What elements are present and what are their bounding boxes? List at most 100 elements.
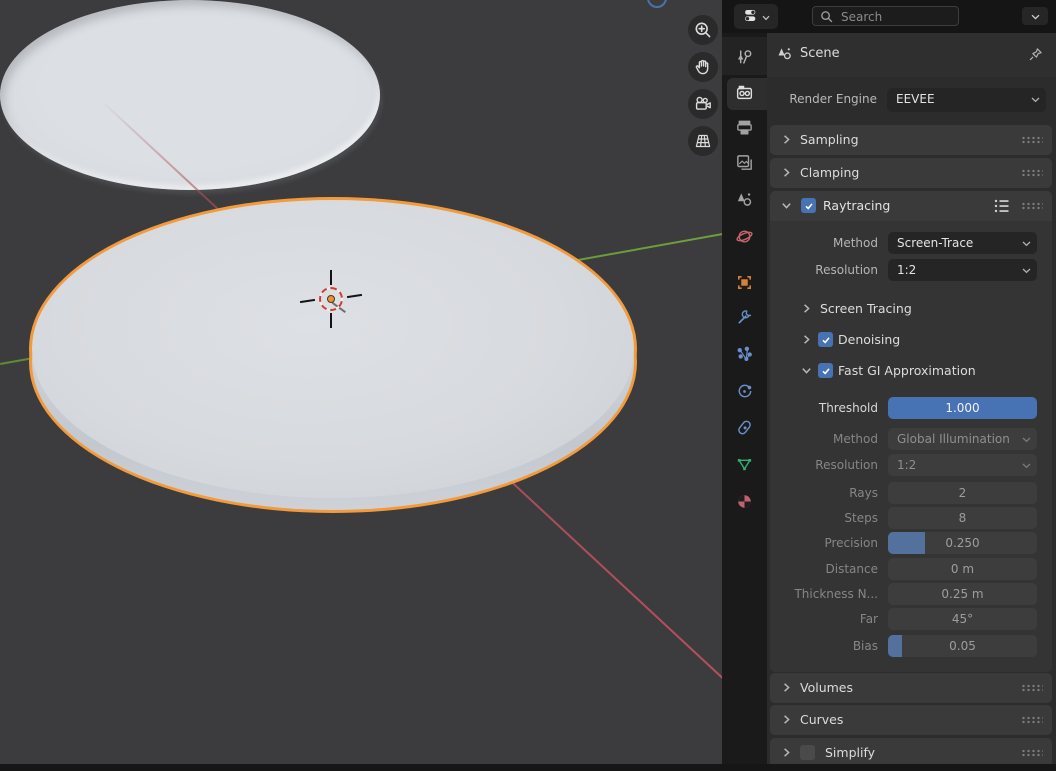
editor-menu-button[interactable] [1022,7,1048,25]
panel-drag-grip[interactable] [1021,749,1043,757]
constraints-icon [735,418,754,440]
chevron-down-icon [1031,9,1040,23]
raytracing-checkbox[interactable] [801,198,816,213]
method-value: Screen-Trace [897,236,973,250]
scene-icon [735,190,754,212]
panel-sampling[interactable]: Sampling [770,125,1052,155]
gi-resolution-row: Resolution 1:2 [770,454,1052,476]
3d-viewport[interactable] [0,0,722,764]
chevron-right-icon [801,303,812,314]
thickness-field: 0.25 m [888,583,1037,605]
camera-view-button[interactable] [688,89,718,119]
pan-hand-icon [693,57,713,77]
bias-slider: 0.05 [888,635,1037,657]
object-origin [327,295,335,303]
panel-raytracing: Raytracing Method Screen-Trace [770,191,1052,672]
chevron-down-icon [801,365,812,376]
tab-world[interactable] [734,227,755,248]
panel-title: Sampling [800,132,859,147]
steps-row: Steps 8 [770,507,1052,529]
panel-title: Clamping [800,165,859,180]
properties-editor-icon [743,7,760,27]
panel-drag-grip[interactable] [1021,684,1043,692]
tab-render[interactable] [734,83,755,104]
material-icon [735,492,754,514]
particles-icon [735,345,754,367]
panel-clamping[interactable]: Clamping [770,158,1052,188]
tab-object-data[interactable] [734,455,755,476]
bias-row: Bias 0.05 [770,635,1052,657]
world-icon [735,227,754,249]
far-label: Far [770,612,878,626]
panel-raytracing-header[interactable]: Raytracing [770,191,1052,221]
tab-object[interactable] [734,273,755,294]
method-dropdown[interactable]: Screen-Trace [888,232,1037,254]
tab-output[interactable] [734,118,755,139]
panel-drag-grip[interactable] [1021,716,1043,724]
panel-drag-grip[interactable] [1021,169,1043,177]
chevron-down-icon [781,200,792,211]
pan-button[interactable] [688,52,718,82]
method-label: Method [770,236,878,250]
resolution-label: Resolution [770,263,878,277]
rays-label: Rays [770,486,878,500]
tab-constraints[interactable] [734,418,755,439]
subpanel-screen-tracing[interactable]: Screen Tracing [770,298,1052,320]
presets-list-icon[interactable] [994,198,1012,214]
chevron-right-icon [781,747,792,758]
panel-curves[interactable]: Curves [770,705,1052,735]
output-icon [735,118,754,140]
tab-modifiers[interactable] [734,308,755,329]
thickness-label: Thickness N... [770,587,878,601]
bias-label: Bias [770,639,878,653]
chevron-right-icon [781,134,792,145]
subpanel-denoising[interactable]: Denoising [770,329,1052,351]
tab-physics[interactable] [734,382,755,403]
navigation-gizmo[interactable] [647,0,667,8]
gi-method-label: Method [770,432,878,446]
thickness-value: 0.25 m [888,587,1037,601]
search-field[interactable] [812,6,959,26]
toggle-grid-button[interactable] [688,126,718,156]
threshold-slider[interactable]: 1.000 [888,397,1037,419]
modifiers-icon [735,308,754,330]
search-input[interactable] [839,7,958,27]
editor-type-button[interactable] [734,4,778,29]
resolution-dropdown[interactable]: 1:2 [888,259,1037,281]
plate-object[interactable] [32,200,634,498]
scene-icon [776,45,794,66]
zoom-button[interactable] [688,15,718,45]
tab-view-layer[interactable] [734,153,755,174]
distance-label: Distance [770,562,878,576]
object-data-icon [735,455,754,477]
subpanel-title: Fast GI Approximation [838,363,976,378]
tab-tool[interactable] [734,48,755,69]
tool-icon [735,48,754,70]
denoising-checkbox[interactable] [818,332,833,347]
simplify-checkbox[interactable] [800,745,815,760]
pin-icon[interactable] [1027,46,1044,66]
gi-method-dropdown: Global Illumination [888,428,1037,450]
panel-volumes[interactable]: Volumes [770,673,1052,703]
gi-resolution-value: 1:2 [897,458,916,472]
plate-inner-well [0,0,380,190]
breadcrumb-scene[interactable]: Scene [800,46,840,61]
steps-value: 8 [888,511,1037,525]
distance-field: 0 m [888,558,1037,580]
chevron-down-icon [762,10,770,24]
render-engine-value: EEVEE [896,92,935,106]
precision-label: Precision [770,536,878,550]
tab-particles[interactable] [734,345,755,366]
check-icon [804,201,814,211]
panel-drag-grip[interactable] [1021,136,1043,144]
chevron-right-icon [781,714,792,725]
tab-scene[interactable] [734,190,755,211]
render-icon [735,83,754,105]
properties-tab-strip [722,33,767,771]
render-engine-dropdown[interactable]: EEVEE [887,88,1046,112]
panel-drag-grip[interactable] [1021,202,1043,210]
precision-slider: 0.250 [888,532,1037,554]
subpanel-fast-gi[interactable]: Fast GI Approximation [770,360,1052,382]
fast-gi-checkbox[interactable] [818,363,833,378]
tab-material[interactable] [734,492,755,513]
